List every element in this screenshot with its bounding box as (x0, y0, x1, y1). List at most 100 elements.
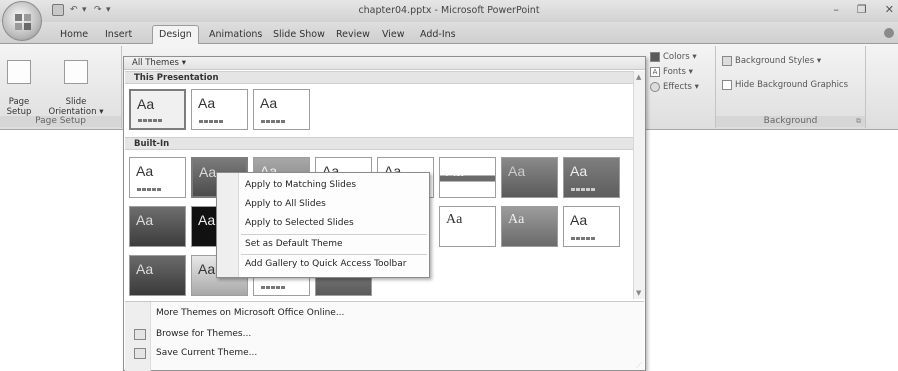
page-setup-icon (7, 60, 31, 84)
theme-color-swatches (261, 120, 285, 123)
scroll-down-icon[interactable]: ▼ (636, 289, 641, 297)
slide-orientation-icon (64, 60, 88, 84)
office-logo-icon (15, 14, 31, 30)
window-controls: – ❐ ✕ (833, 3, 894, 16)
close-button[interactable]: ✕ (885, 3, 894, 16)
theme-color-swatches (571, 237, 595, 240)
tab-insert[interactable]: Insert (99, 26, 138, 44)
gallery-scrollbar[interactable]: ▲ ▼ (633, 71, 645, 299)
add-gallery-to-qat-item[interactable]: Add Gallery to Quick Access Toolbar (245, 259, 407, 269)
context-menu: Apply to Matching Slides Apply to All Sl… (216, 172, 430, 278)
background-group-label: Background (716, 116, 865, 127)
apply-to-all-slides-item[interactable]: Apply to All Slides (245, 199, 326, 209)
checkbox-icon (722, 80, 732, 90)
save-current-theme-item[interactable]: Save Current Theme... (156, 348, 257, 358)
office-button[interactable] (2, 1, 42, 41)
page-setup-group-label: Page Setup (0, 116, 121, 127)
dialog-launcher-icon[interactable]: ⧉ (856, 117, 861, 126)
hide-background-graphics-label: Hide Background Graphics (735, 80, 849, 90)
scroll-up-icon[interactable]: ▲ (636, 73, 641, 81)
help-icon[interactable] (884, 28, 894, 38)
theme-thumbnail[interactable]: Aa (129, 89, 186, 130)
theme-thumbnail[interactable]: Aa (563, 206, 620, 247)
theme-thumb-text: Aa (198, 261, 216, 277)
tab-review[interactable]: Review (330, 26, 376, 44)
browse-folder-icon (134, 329, 146, 340)
theme-thumb-text: Aa (198, 95, 216, 111)
colors-icon (650, 52, 660, 62)
theme-thumbnail[interactable]: Aa (129, 157, 186, 198)
theme-color-swatches (137, 188, 161, 191)
menu-separator (241, 254, 427, 255)
hide-background-graphics-checkbox[interactable]: Hide Background Graphics (722, 80, 848, 90)
theme-thumbnail[interactable]: Aa (501, 206, 558, 247)
slide-orientation-button[interactable]: Slide Orientation ▾ (38, 50, 114, 117)
theme-color-swatches (261, 286, 285, 289)
apply-to-matching-slides-item[interactable]: Apply to Matching Slides (245, 180, 356, 190)
fonts-label: Fonts ▾ (663, 67, 693, 77)
theme-thumb-text: Aa (508, 212, 525, 227)
theme-thumbnail[interactable]: Aa (129, 206, 186, 247)
colors-button[interactable]: Colors ▾ (650, 52, 697, 62)
apply-to-selected-slides-item[interactable]: Apply to Selected Slides (245, 218, 354, 228)
background-styles-icon (722, 56, 732, 66)
theme-thumb-text: Aa (570, 212, 588, 228)
theme-thumbnail[interactable]: Aa (439, 206, 496, 247)
tab-slide-show[interactable]: Slide Show (267, 26, 331, 44)
background-styles-label: Background Styles ▾ (735, 56, 822, 66)
ribbon-tabs: Home Insert Design Animations Slide Show… (0, 22, 898, 45)
window-title: chapter04.pptx - Microsoft PowerPoint (358, 5, 540, 16)
menu-gutter (217, 173, 239, 277)
restore-button[interactable]: ❐ (857, 3, 867, 16)
built-in-header: Built-In (125, 137, 644, 150)
page-setup-label: Page Setup (6, 97, 32, 117)
this-presentation-header: This Presentation (125, 71, 644, 84)
background-styles-button[interactable]: Background Styles ▾ (722, 56, 821, 66)
gallery-menu: More Themes on Microsoft Office Online..… (125, 301, 644, 371)
tab-add-ins[interactable]: Add-Ins (414, 26, 462, 44)
theme-color-swatches (138, 119, 162, 122)
theme-thumb-text: Aa (137, 96, 155, 112)
browse-themes-item[interactable]: Browse for Themes... (156, 329, 251, 339)
theme-thumb-text: Aa (136, 163, 154, 179)
theme-thumbnail[interactable]: Aa (129, 255, 186, 296)
background-group: Background Styles ▾ Hide Background Grap… (716, 46, 866, 128)
theme-thumb-text: Aa (570, 163, 588, 179)
theme-thumb-text: Aa (446, 163, 464, 179)
resize-grip-icon[interactable]: ⋰ (636, 362, 642, 369)
fonts-button[interactable]: A Fonts ▾ (650, 67, 693, 77)
powerpoint-window: ↶ ▾ ↷ ▾ chapter04.pptx - Microsoft Power… (0, 0, 898, 371)
page-setup-button[interactable]: Page Setup (3, 50, 35, 117)
effects-icon (650, 82, 660, 92)
more-themes-online-item[interactable]: More Themes on Microsoft Office Online..… (156, 308, 344, 318)
theme-thumb-text: Aa (446, 212, 463, 227)
set-as-default-theme-item[interactable]: Set as Default Theme (245, 239, 343, 249)
theme-thumb-text: Aa (508, 163, 526, 179)
theme-thumb-text: Aa (136, 212, 154, 228)
theme-thumb-text: Aa (199, 164, 217, 180)
tab-design[interactable]: Design (152, 25, 199, 45)
tab-home[interactable]: Home (54, 26, 94, 44)
effects-label: Effects ▾ (663, 82, 699, 92)
tab-view[interactable]: View (376, 26, 411, 44)
theme-thumbnail[interactable]: Aa (501, 157, 558, 198)
effects-button[interactable]: Effects ▾ (650, 82, 699, 92)
tab-animations[interactable]: Animations (203, 26, 268, 44)
theme-thumbnail[interactable]: Aa (191, 89, 248, 130)
save-theme-icon (134, 348, 146, 359)
theme-color-swatches (199, 120, 223, 123)
all-themes-dropdown[interactable]: All Themes ▾ (124, 57, 645, 70)
slide-orientation-label: Slide Orientation ▾ (48, 97, 104, 117)
menu-separator (241, 234, 427, 235)
colors-label: Colors ▾ (663, 52, 697, 62)
theme-thumbnail[interactable]: Aa (439, 157, 496, 198)
minimize-button[interactable]: – (833, 3, 839, 16)
theme-thumbnail[interactable]: Aa (253, 89, 310, 130)
theme-options-group: Colors ▾ A Fonts ▾ Effects ▾ (646, 46, 716, 128)
theme-color-swatches (571, 188, 595, 191)
title-bar: ↶ ▾ ↷ ▾ chapter04.pptx - Microsoft Power… (0, 0, 898, 22)
theme-thumb-text: Aa (260, 95, 278, 111)
theme-thumbnail[interactable]: Aa (563, 157, 620, 198)
theme-thumb-text: Aa (136, 261, 154, 277)
theme-thumb-text: Aa (198, 212, 216, 228)
